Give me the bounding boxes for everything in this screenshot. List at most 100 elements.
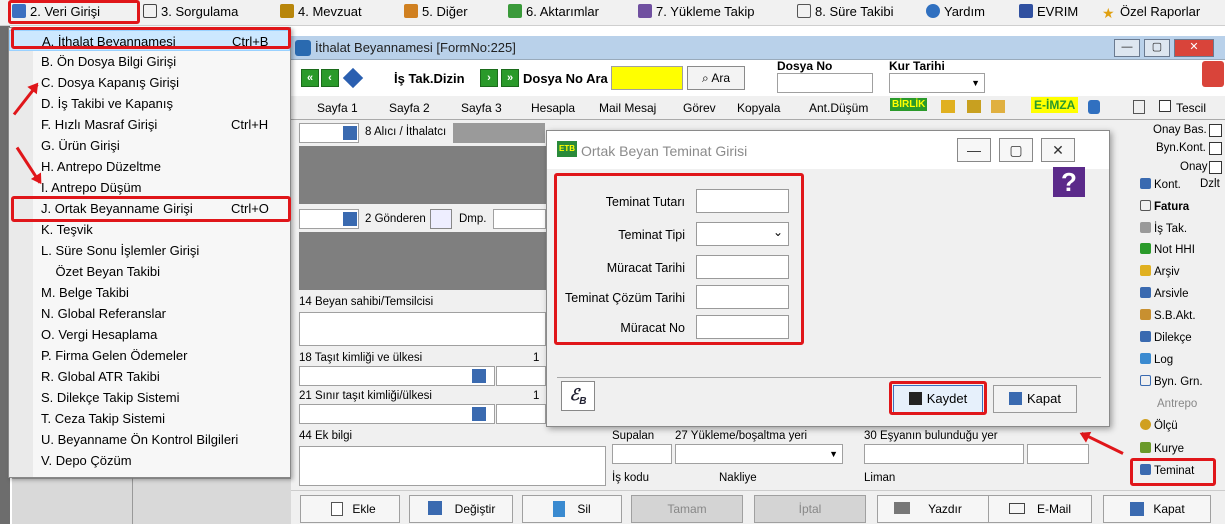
dilekce-button[interactable]: Dilekçe: [1140, 331, 1192, 344]
tasit-ulke-input[interactable]: [496, 366, 546, 386]
sinir-ulke-input[interactable]: [496, 404, 546, 424]
menu-item-on-kontrol[interactable]: U. Beyanname Ön Kontrol Bilgileri: [9, 429, 290, 450]
e-imza-button[interactable]: E-İMZA: [1031, 97, 1079, 113]
tescil-checkbox[interactable]: [1159, 100, 1171, 112]
nav-next-button[interactable]: ›: [480, 69, 498, 87]
menu-item-hizli-masraf[interactable]: F. Hızlı Masraf Girişi Ctrl+H: [9, 114, 290, 135]
list-icon[interactable]: [430, 209, 452, 229]
menu-mevzuat[interactable]: 4. Mevzuat: [280, 4, 362, 19]
onay-checkbox[interactable]: [1209, 161, 1222, 174]
info-icon[interactable]: [342, 67, 364, 89]
kapat-button[interactable]: Kapat: [1103, 495, 1211, 523]
degistir-button[interactable]: Değiştir: [409, 495, 513, 523]
dialog-close-button[interactable]: ✕: [1041, 138, 1075, 162]
tasit-input[interactable]: [299, 366, 495, 386]
menu-ozel-raporlar[interactable]: ★ Özel Raporlar: [1102, 4, 1200, 20]
menu-item-is-takibi[interactable]: D. İş Takibi ve Kapanış: [9, 93, 290, 114]
folder-icon[interactable]: [941, 100, 955, 113]
menu-item-ceza-takip[interactable]: T. Ceza Takip Sistemi: [9, 408, 290, 429]
dmp-input[interactable]: [493, 209, 546, 229]
tab-sayfa-1[interactable]: Sayfa 1: [317, 101, 358, 115]
supalan-input[interactable]: [612, 444, 672, 464]
dialog-minimize-button[interactable]: —: [957, 138, 991, 162]
arsiv-button[interactable]: Arşiv: [1140, 265, 1180, 278]
close-button[interactable]: ✕: [1174, 39, 1214, 57]
menu-item-ozet-beyan[interactable]: Özet Beyan Takibi: [9, 261, 290, 282]
fatura-button[interactable]: Fatura: [1140, 200, 1189, 213]
menu-item-on-dosya[interactable]: B. Ön Dosya Bilgi Girişi: [9, 51, 290, 72]
email-button[interactable]: E-Mail: [988, 495, 1092, 523]
alarm-icon[interactable]: [1202, 61, 1224, 87]
lookup-icon[interactable]: [343, 212, 357, 226]
iptal-button[interactable]: İptal: [754, 495, 866, 523]
menu-item-antrepo-dusum[interactable]: I. Antrepo Düşüm: [9, 177, 290, 198]
kur-tarihi-select[interactable]: ▼: [889, 73, 985, 93]
dialog-restore-button[interactable]: ▢: [999, 138, 1033, 162]
kopyala-button[interactable]: Kopyala: [737, 101, 780, 115]
menu-item-global-referanslar[interactable]: N. Global Referanslar: [9, 303, 290, 324]
esya-yeri-input[interactable]: [864, 444, 1024, 464]
menu-diger[interactable]: 5. Diğer: [404, 4, 468, 19]
nav-prev-button[interactable]: ‹: [321, 69, 339, 87]
menu-item-urun-girisi[interactable]: G. Ürün Girişi: [9, 135, 290, 156]
dosya-no-ara-input[interactable]: [611, 66, 683, 90]
menu-yardim[interactable]: Yardım: [926, 4, 985, 19]
menu-aktarimlar[interactable]: 6. Aktarımlar: [508, 4, 599, 19]
is-tak-button[interactable]: İş Tak.: [1140, 222, 1187, 235]
yazdir-button[interactable]: Yazdır: [877, 495, 989, 523]
menu-item-depo-cozum[interactable]: V. Depo Çözüm: [9, 450, 290, 471]
sb-akt-button[interactable]: S.B.Akt.: [1140, 309, 1196, 322]
ara-button[interactable]: ⌕ Ara: [687, 66, 745, 90]
tamam-button[interactable]: Tamam: [631, 495, 743, 523]
menu-sure-takibi[interactable]: 8. Süre Takibi: [797, 4, 894, 19]
kurye-button[interactable]: Kurye: [1140, 442, 1184, 455]
dosya-no-input[interactable]: [777, 73, 873, 93]
arsivle-button[interactable]: Arsivle: [1140, 287, 1189, 300]
menu-evrim[interactable]: EVRIM: [1019, 4, 1078, 19]
tab-sayfa-2[interactable]: Sayfa 2: [389, 101, 430, 115]
ek-bilgi-input[interactable]: [299, 446, 606, 486]
tab-mail-mesaj[interactable]: Mail Mesaj: [599, 101, 656, 115]
help-icon[interactable]: ?: [1053, 167, 1085, 197]
sinir-tasit-input[interactable]: [299, 404, 495, 424]
kont-button[interactable]: Kont.: [1140, 178, 1181, 191]
lookup-icon[interactable]: [343, 126, 357, 140]
menu-item-sure-sonu[interactable]: L. Süre Sonu İşlemler Girişi: [9, 240, 290, 261]
menu-item-vergi-hesaplama[interactable]: O. Vergi Hesaplama: [9, 324, 290, 345]
minimize-button[interactable]: —: [1114, 39, 1140, 57]
not-hhi-button[interactable]: Not HHI: [1140, 243, 1195, 256]
download-icon[interactable]: [991, 100, 1005, 113]
upload-icon[interactable]: [967, 100, 981, 113]
lookup-icon[interactable]: [472, 407, 486, 421]
esya-yeri-code-input[interactable]: [1027, 444, 1089, 464]
tab-sayfa-3[interactable]: Sayfa 3: [461, 101, 502, 115]
birlik-button[interactable]: BİRLİK: [890, 98, 928, 111]
yukleme-select[interactable]: ▼: [675, 444, 843, 464]
byn-grn-button[interactable]: Byn. Grn.: [1140, 375, 1203, 388]
tab-hesapla[interactable]: Hesapla: [531, 101, 575, 115]
ekle-button[interactable]: Ekle: [300, 495, 400, 523]
menu-yukleme-takip[interactable]: 7. Yükleme Takip: [638, 4, 755, 19]
restore-button[interactable]: ▢: [1144, 39, 1170, 57]
nav-last-button[interactable]: »: [501, 69, 519, 87]
menu-item-dilekce-takip[interactable]: S. Dilekçe Takip Sistemi: [9, 387, 290, 408]
menu-item-antrepo-duzeltme[interactable]: H. Antrepo Düzeltme: [9, 156, 290, 177]
log-button[interactable]: Log: [1140, 353, 1173, 366]
kapat-dialog-button[interactable]: Kapat: [993, 385, 1077, 413]
olcu-button[interactable]: Ölçü: [1140, 419, 1178, 432]
db-icon[interactable]: [1088, 100, 1100, 114]
document-icon[interactable]: [1133, 100, 1145, 114]
beyan-sahibi-input[interactable]: [299, 312, 546, 346]
menu-item-tesvik[interactable]: K. Teşvik: [9, 219, 290, 240]
menu-item-dosya-kapanis[interactable]: C. Dosya Kapanış Girişi: [9, 72, 290, 93]
byn-kont-checkbox[interactable]: [1209, 142, 1222, 155]
ant-dusum-button[interactable]: Ant.Düşüm: [809, 101, 868, 115]
menu-item-belge-takibi[interactable]: M. Belge Takibi: [9, 282, 290, 303]
menu-item-global-atr[interactable]: R. Global ATR Takibi: [9, 366, 290, 387]
sil-button[interactable]: Sil: [522, 495, 622, 523]
menu-sorgulama[interactable]: 3. Sorgulama: [143, 4, 238, 19]
menu-item-firma-odemeler[interactable]: P. Firma Gelen Ödemeler: [9, 345, 290, 366]
onay-bas-checkbox[interactable]: [1209, 124, 1222, 137]
nav-first-button[interactable]: «: [301, 69, 319, 87]
lookup-icon[interactable]: [472, 369, 486, 383]
